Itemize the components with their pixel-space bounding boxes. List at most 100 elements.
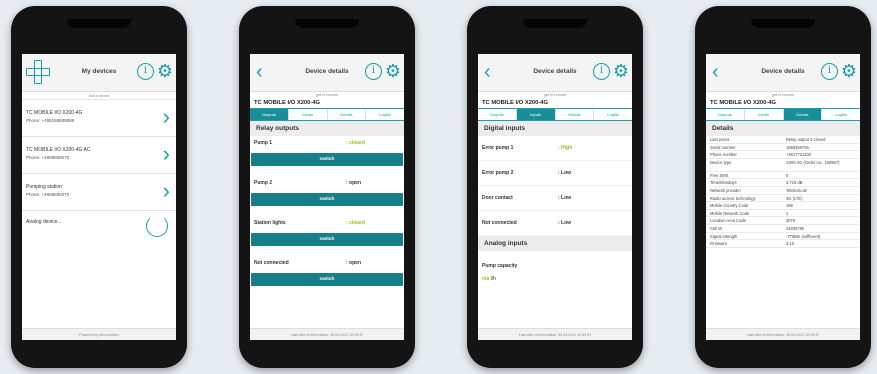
chevron-right-icon[interactable]: › bbox=[163, 143, 170, 165]
relay-name: Pump 2 bbox=[254, 180, 273, 186]
tab-logfile[interactable]: Logfile bbox=[594, 109, 632, 120]
phone-notch bbox=[67, 19, 131, 28]
detail-value: +4917721108 bbox=[786, 152, 811, 158]
relay-name: Not connected bbox=[254, 260, 289, 266]
gear-icon[interactable]: ⚙ bbox=[613, 61, 629, 81]
screen-relay-outputs: ‹ Device details i ⚙ get to remote TC MO… bbox=[250, 54, 404, 340]
pump-capacity-value: n/a l/h bbox=[478, 276, 632, 282]
switch-button[interactable]: switch bbox=[251, 273, 403, 286]
relay-row: Not connected : open bbox=[250, 256, 404, 270]
detail-row: Mobile Network Code 1 bbox=[706, 210, 860, 218]
device-phone: Phone: +4988889570 bbox=[26, 155, 70, 160]
detail-key: Serial number bbox=[710, 144, 736, 150]
detail-row: Firmware 3.10 bbox=[706, 240, 860, 248]
detail-value: 3.719 dB bbox=[786, 180, 803, 186]
input-row: Error pump 2 : Low bbox=[478, 161, 632, 186]
detail-value: 1 bbox=[786, 210, 789, 216]
device-item[interactable]: TC MOBILE I/O X200-4G AC Phone: +4988889… bbox=[22, 137, 176, 174]
detail-row: Serial number 1959259755 bbox=[706, 144, 860, 152]
switch-button[interactable]: switch bbox=[251, 153, 403, 166]
info-icon[interactable]: i bbox=[137, 63, 154, 80]
section-header: Digital inputs bbox=[478, 121, 632, 136]
relay-state: : closed bbox=[346, 220, 365, 226]
detail-value: 4G (LTE) bbox=[786, 195, 803, 201]
tab-details[interactable]: Details bbox=[328, 109, 367, 120]
detail-row: Free SMS 0 bbox=[706, 172, 860, 180]
info-icon[interactable]: i bbox=[365, 63, 382, 80]
app-bar: ‹ Device details i ⚙ bbox=[478, 54, 632, 92]
detail-key: Cell ID bbox=[710, 225, 723, 231]
detail-row: Signal strength -77dBm (sufficient) bbox=[706, 233, 860, 241]
tab-bar: Outputs Inputs Details Logfile bbox=[478, 108, 632, 121]
gear-icon[interactable]: ⚙ bbox=[841, 61, 857, 81]
detail-key: Location Area Code bbox=[710, 218, 746, 224]
info-icon[interactable]: i bbox=[821, 63, 838, 80]
device-name: TC MOBILE I/O X200-4G AC bbox=[26, 147, 91, 153]
tab-details[interactable]: Details bbox=[783, 109, 823, 120]
chevron-right-icon[interactable]: › bbox=[163, 106, 170, 128]
screen-my-devices: My devices i ⚙ Add a device TC MOBILE I/… bbox=[22, 54, 176, 340]
detail-value: Relay output 3 closed bbox=[786, 137, 826, 142]
detail-key: Device type bbox=[710, 159, 732, 165]
pump-capacity-number: n/a bbox=[482, 276, 490, 282]
chevron-right-icon[interactable]: › bbox=[163, 180, 170, 202]
switch-button[interactable]: switch bbox=[251, 233, 403, 246]
input-name: Door contact bbox=[482, 195, 513, 201]
relay-state: : open bbox=[346, 180, 361, 186]
detail-value: 198 bbox=[786, 203, 793, 209]
tab-outputs[interactable]: Outputs bbox=[478, 109, 517, 120]
device-phone: Phone: +495188888888 bbox=[26, 118, 75, 123]
info-icon[interactable]: i bbox=[593, 63, 610, 80]
pump-capacity-label: Pump capacity bbox=[482, 263, 518, 269]
detail-row: Last event Relay output 3 closed bbox=[706, 136, 860, 144]
app-bar: ‹ Device details i ⚙ bbox=[706, 54, 860, 92]
tab-inputs[interactable]: Inputs bbox=[516, 109, 556, 120]
device-item[interactable]: Pumping station Phone: +4988880079 › bbox=[22, 174, 176, 211]
analog-device-label: Analog device... bbox=[26, 219, 62, 225]
relay-name: Station lights bbox=[254, 220, 286, 226]
input-state: : High bbox=[558, 145, 573, 151]
detail-key: Free SMS bbox=[710, 172, 729, 178]
device-item[interactable]: TC MOBILE I/O X200-4G Phone: +4951888888… bbox=[22, 100, 176, 137]
tab-logfile[interactable]: Logfile bbox=[822, 109, 860, 120]
detail-row: Location Area Code 3070 bbox=[706, 217, 860, 225]
detail-key: Mobile Country Code bbox=[710, 203, 749, 209]
screen-details: ‹ Device details i ⚙ get to remote TC MO… bbox=[706, 54, 860, 340]
pump-capacity-unit: l/h bbox=[490, 276, 496, 282]
section-header: Details bbox=[706, 121, 860, 136]
page-subtitle: get to remote bbox=[771, 93, 795, 97]
tab-logfile[interactable]: Logfile bbox=[366, 109, 404, 120]
tab-bar: Outputs Inputs Details Logfile bbox=[706, 108, 860, 121]
page-subtitle: get to remote bbox=[315, 93, 339, 97]
gear-icon[interactable]: ⚙ bbox=[157, 61, 173, 81]
detail-value: 3.10 bbox=[786, 241, 794, 247]
detail-value: 2483679h bbox=[786, 225, 805, 231]
device-title: TC MOBILE I/O X200-4G bbox=[710, 100, 777, 106]
relay-row: Station lights : closed bbox=[250, 216, 404, 230]
app-bar: ‹ Device details i ⚙ bbox=[250, 54, 404, 92]
phone-notch bbox=[523, 19, 587, 28]
detail-row: Mobile Country Code 198 bbox=[706, 202, 860, 210]
detail-row: Network provider Telekom.de bbox=[706, 187, 860, 195]
tab-outputs[interactable]: Outputs bbox=[250, 109, 289, 120]
tab-outputs[interactable]: Outputs bbox=[706, 109, 745, 120]
add-device-link[interactable]: Add a device bbox=[22, 92, 176, 100]
refresh-icon[interactable] bbox=[146, 215, 168, 237]
footer: Last date of information: 30.04.2021 12:… bbox=[706, 328, 860, 340]
analog-device-item[interactable]: Analog device... bbox=[22, 211, 176, 245]
tab-inputs[interactable]: Inputs bbox=[289, 109, 328, 120]
gear-icon[interactable]: ⚙ bbox=[385, 61, 401, 81]
detail-value: Telekom.de bbox=[786, 187, 807, 193]
detail-value: 3070 bbox=[786, 218, 796, 224]
detail-value: X200-4G (Order no.: 100957) bbox=[786, 159, 840, 165]
switch-button[interactable]: switch bbox=[251, 193, 403, 206]
section-header: Relay outputs bbox=[250, 121, 404, 136]
detail-row: Time/Mondays 3.719 dB bbox=[706, 179, 860, 187]
input-state: : Low bbox=[558, 220, 572, 226]
device-phone: Phone: +4988880079 bbox=[26, 192, 70, 197]
detail-key: Firmware bbox=[710, 241, 728, 247]
detail-row: Device type X200-4G (Order no.: 100957) bbox=[706, 159, 860, 172]
tab-details[interactable]: Details bbox=[556, 109, 595, 120]
tab-inputs[interactable]: Inputs bbox=[745, 109, 784, 120]
phone-my-devices: My devices i ⚙ Add a device TC MOBILE I/… bbox=[11, 6, 187, 368]
